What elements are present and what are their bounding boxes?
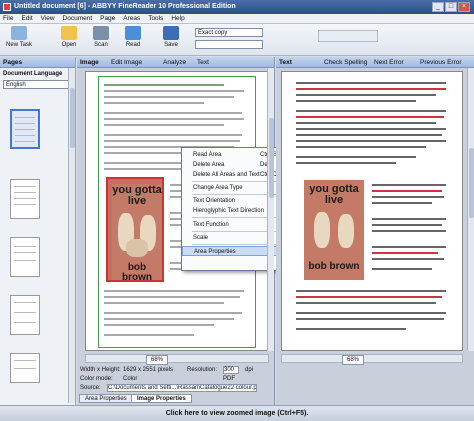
image-zoom-select[interactable]: 68% bbox=[146, 355, 168, 365]
menu-document[interactable]: Document bbox=[60, 14, 96, 24]
open-button[interactable]: Open bbox=[56, 26, 82, 48]
page-thumbnail[interactable] bbox=[10, 179, 40, 219]
properties-tabs: Area Properties Image Properties bbox=[77, 394, 275, 404]
recognized-cover-line1: you gotta bbox=[309, 183, 359, 195]
page-thumbnail[interactable] bbox=[10, 295, 40, 335]
color-mode-row: Color mode: Color PDF bbox=[80, 376, 235, 382]
title-bar: Untitled document [6] - ABBYY FineReader… bbox=[0, 0, 474, 14]
edit-image-button[interactable]: Edit Image bbox=[111, 57, 142, 68]
page-thumbnail[interactable] bbox=[10, 109, 40, 149]
menu-bar: File Edit View Document Page Areas Tools… bbox=[0, 14, 474, 24]
check-spelling-button[interactable]: Check Spelling bbox=[324, 57, 367, 68]
save-icon bbox=[163, 26, 179, 40]
menu-page[interactable]: Page bbox=[97, 14, 118, 24]
picture-area[interactable]: you gotta live bob brown bbox=[106, 177, 164, 283]
tab-area-properties[interactable]: Area Properties bbox=[79, 394, 133, 403]
book-cover-author: bob brown bbox=[122, 262, 152, 283]
resolution-field[interactable]: 300 bbox=[223, 366, 239, 374]
scanner-icon bbox=[93, 26, 109, 40]
save-button[interactable]: Save bbox=[158, 26, 184, 48]
pages-pane: Pages Document Language English bbox=[0, 57, 76, 405]
document-language-label: Document Language bbox=[3, 71, 63, 77]
recognized-cover-author: bob brown bbox=[308, 261, 360, 272]
analyze-button[interactable]: Analyze bbox=[163, 57, 186, 68]
text-pane: Text Check Spelling Next Error Previous … bbox=[276, 57, 474, 405]
app-icon bbox=[3, 3, 11, 11]
new-task-icon bbox=[11, 26, 27, 40]
page-thumbnail[interactable] bbox=[10, 353, 40, 383]
maximize-button[interactable]: □ bbox=[445, 2, 457, 12]
menu-edit[interactable]: Edit bbox=[18, 14, 35, 24]
folder-icon bbox=[61, 26, 77, 40]
image-size-row: Width x Height: 1629 x 2551 pixels Resol… bbox=[80, 366, 254, 374]
menu-tools[interactable]: Tools bbox=[145, 14, 166, 24]
page-thumbnail[interactable] bbox=[10, 237, 40, 277]
scan-button[interactable]: Scan bbox=[88, 26, 114, 48]
next-error-button[interactable]: Next Error bbox=[374, 57, 404, 68]
tab-image-properties[interactable]: Image Properties bbox=[131, 394, 192, 403]
recognized-text-page[interactable]: you gotta live bob brown bbox=[281, 71, 463, 351]
source-row: Source: C:\Documents and Setti...\Rassam… bbox=[80, 384, 257, 392]
minimize-button[interactable]: _ bbox=[432, 2, 444, 12]
pages-scrollbar[interactable] bbox=[68, 68, 75, 403]
book-cover-title-line1: you gotta bbox=[112, 184, 162, 196]
text-zoom-bar: 68% bbox=[281, 354, 463, 365]
save-mode-select[interactable]: Exact copy bbox=[195, 28, 263, 37]
read-icon bbox=[125, 26, 141, 40]
text-scrollbar[interactable] bbox=[467, 68, 474, 351]
new-task-button[interactable]: New Task bbox=[4, 26, 34, 48]
image-pane-header: Image Edit Image Analyze Text bbox=[77, 57, 274, 68]
read-button[interactable]: Read bbox=[120, 26, 146, 48]
zoom-status-bar[interactable]: Click here to view zoomed image (Ctrl+F5… bbox=[0, 405, 474, 421]
image-scrollbar[interactable] bbox=[267, 68, 274, 351]
toolbar: New Task Open Scan Read Save Exact copy bbox=[0, 24, 474, 56]
menu-view[interactable]: View bbox=[38, 14, 58, 24]
menu-help[interactable]: Help bbox=[168, 14, 187, 24]
pages-header: Pages bbox=[0, 57, 75, 68]
text-zoom-select[interactable]: 68% bbox=[342, 355, 364, 365]
previous-error-button[interactable]: Previous Error bbox=[420, 57, 462, 68]
recognized-picture: you gotta live bob brown bbox=[304, 180, 364, 280]
source-path-field: C:\Documents and Setti...\RassamCatalogu… bbox=[107, 384, 257, 392]
text-area-button[interactable]: Text bbox=[197, 57, 209, 68]
window-title: Untitled document [6] - ABBYY FineReader… bbox=[14, 3, 236, 10]
book-cover-image: you gotta live bob brown bbox=[112, 183, 162, 283]
text-pane-header: Text Check Spelling Next Error Previous … bbox=[276, 57, 474, 68]
image-pane: Image Edit Image Analyze Text you gotta … bbox=[77, 57, 305, 405]
book-cover-title-line2: live bbox=[127, 195, 147, 207]
image-zoom-bar: 68% bbox=[85, 354, 269, 365]
view-buttons[interactable] bbox=[318, 30, 378, 42]
document-language-select[interactable]: English bbox=[3, 80, 73, 89]
recognized-cover-line2: live bbox=[324, 194, 344, 206]
menu-areas[interactable]: Areas bbox=[120, 14, 143, 24]
menu-file[interactable]: File bbox=[0, 14, 16, 24]
format-select[interactable] bbox=[195, 40, 263, 49]
close-button[interactable]: × bbox=[458, 2, 470, 12]
